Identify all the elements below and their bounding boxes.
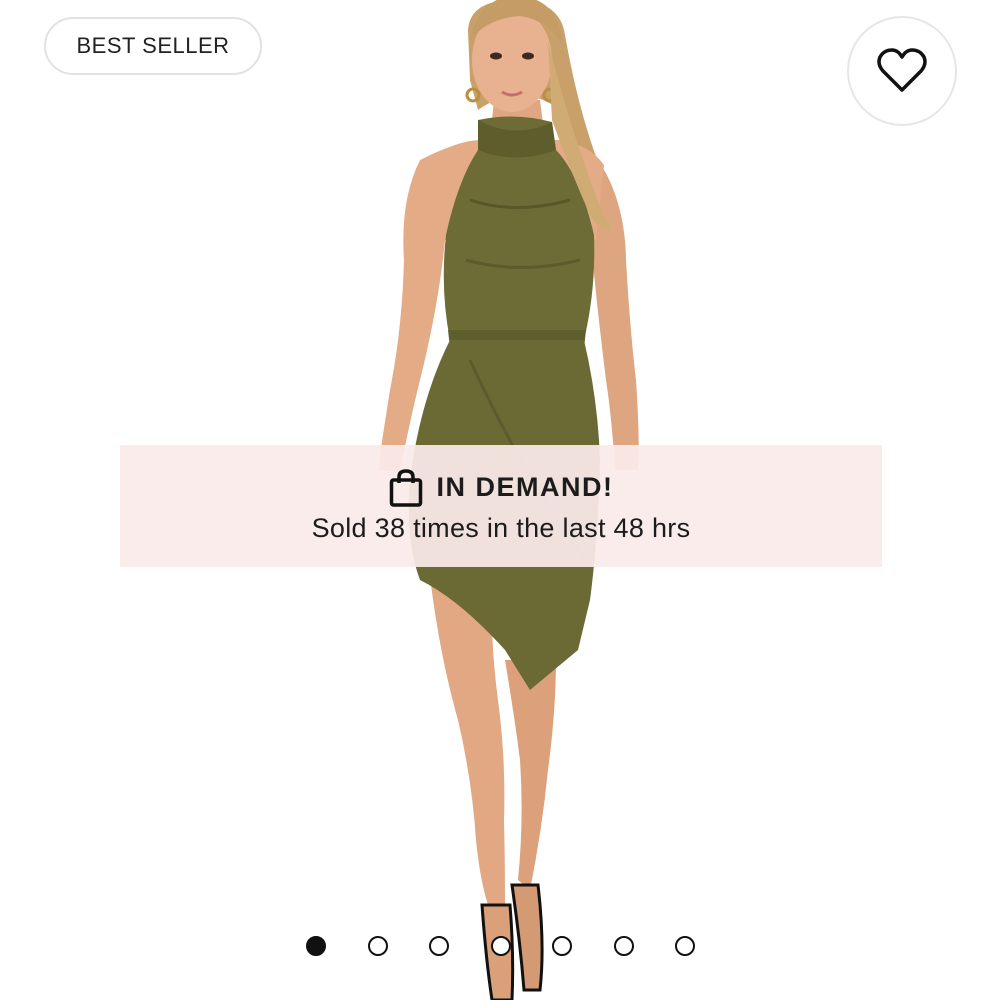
best-seller-badge: BEST SELLER xyxy=(44,17,262,75)
in-demand-header: IN DEMAND! xyxy=(389,468,614,507)
carousel-dot-1[interactable] xyxy=(306,936,326,956)
product-image-viewer: BEST SELLER IN DEMAND! Sold 38 times in … xyxy=(0,0,1000,1000)
carousel-dot-3[interactable] xyxy=(429,936,449,956)
best-seller-label: BEST SELLER xyxy=(76,33,230,58)
carousel-dot-5[interactable] xyxy=(552,936,572,956)
wishlist-button[interactable] xyxy=(847,16,957,126)
shopping-bag-icon xyxy=(389,468,422,507)
in-demand-title: IN DEMAND! xyxy=(436,472,614,502)
carousel-dot-2[interactable] xyxy=(367,936,388,956)
carousel-dot-6[interactable] xyxy=(613,936,634,956)
carousel-pagination xyxy=(0,934,1000,958)
in-demand-banner: IN DEMAND! Sold 38 times in the last 48 … xyxy=(120,445,882,567)
carousel-dot-7[interactable] xyxy=(675,936,695,956)
model-right-leg xyxy=(505,660,556,890)
heart-icon xyxy=(877,48,927,92)
in-demand-subtitle: Sold 38 times in the last 48 hrs xyxy=(311,512,691,543)
carousel-dot-4[interactable] xyxy=(490,936,511,956)
